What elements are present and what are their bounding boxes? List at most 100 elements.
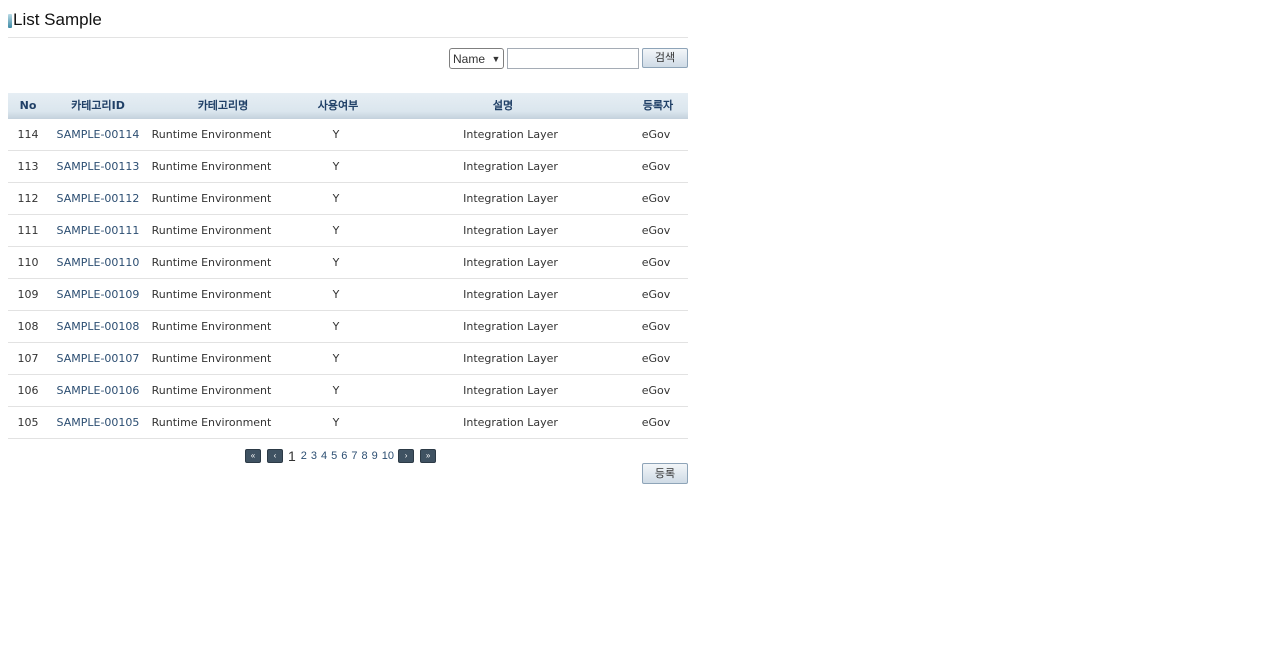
cell-category-name: Runtime Environment bbox=[151, 256, 272, 269]
table-row[interactable]: 107 SAMPLE-00107 Runtime Environment Y I… bbox=[8, 343, 688, 375]
table-row[interactable]: 108 SAMPLE-00108 Runtime Environment Y I… bbox=[8, 311, 688, 343]
cell-use-yn: Y bbox=[332, 192, 340, 205]
search-field-select[interactable]: Name ▼ bbox=[449, 48, 504, 69]
cell-description: Integration Layer bbox=[463, 224, 558, 237]
cell-use-yn: Y bbox=[332, 256, 340, 269]
pagination: « ‹ 1 2 3 4 5 6 7 8 9 10 › » bbox=[245, 448, 437, 464]
page-link[interactable]: 7 bbox=[351, 450, 357, 462]
data-table: No 카테고리ID 카테고리명 사용여부 설명 등록자 114 SAMPLE-0… bbox=[8, 93, 688, 439]
title-divider bbox=[8, 37, 688, 38]
table-header: No 카테고리ID 카테고리명 사용여부 설명 등록자 bbox=[8, 93, 688, 119]
cell-category-name: Runtime Environment bbox=[151, 384, 272, 397]
cell-category-name: Runtime Environment bbox=[151, 160, 272, 173]
table-row[interactable]: 111 SAMPLE-00111 Runtime Environment Y I… bbox=[8, 215, 688, 247]
cell-no: 110 bbox=[17, 256, 39, 269]
page-link[interactable]: 4 bbox=[321, 450, 327, 462]
cell-registrant: eGov bbox=[641, 160, 671, 173]
cell-registrant: eGov bbox=[641, 128, 671, 141]
cell-use-yn: Y bbox=[332, 288, 340, 301]
cell-category-name: Runtime Environment bbox=[151, 224, 272, 237]
cell-description: Integration Layer bbox=[463, 320, 558, 333]
cell-registrant: eGov bbox=[641, 384, 671, 397]
search-field-value: Name bbox=[453, 51, 486, 66]
cell-no: 106 bbox=[17, 384, 39, 397]
column-header-use-yn[interactable]: 사용여부 bbox=[298, 93, 378, 119]
cell-category-name: Runtime Environment bbox=[151, 128, 272, 141]
cell-registrant: eGov bbox=[641, 320, 671, 333]
cell-no: 111 bbox=[17, 224, 39, 237]
cell-registrant: eGov bbox=[641, 288, 671, 301]
cell-category-name: Runtime Environment bbox=[151, 320, 272, 333]
chevron-left-icon[interactable]: ‹ bbox=[267, 449, 283, 463]
page-link[interactable]: 10 bbox=[382, 450, 394, 462]
page-link[interactable]: 9 bbox=[372, 450, 378, 462]
cell-no: 114 bbox=[17, 128, 39, 141]
column-header-category-name[interactable]: 카테고리명 bbox=[148, 93, 298, 119]
cell-description: Integration Layer bbox=[463, 256, 558, 269]
table-row[interactable]: 114 SAMPLE-00114 Runtime Environment Y I… bbox=[8, 119, 688, 151]
page-link[interactable]: 6 bbox=[341, 450, 347, 462]
cell-category-id-link[interactable]: SAMPLE-00110 bbox=[48, 247, 148, 278]
cell-no: 108 bbox=[17, 320, 39, 333]
cell-use-yn: Y bbox=[332, 416, 340, 429]
column-header-description[interactable]: 설명 bbox=[378, 93, 628, 119]
title-bar-icon bbox=[8, 14, 12, 28]
page-link[interactable]: 3 bbox=[311, 450, 317, 462]
double-chevron-right-icon[interactable]: » bbox=[420, 449, 437, 463]
table-row[interactable]: 113 SAMPLE-00113 Runtime Environment Y I… bbox=[8, 151, 688, 183]
page-link[interactable]: 5 bbox=[331, 450, 337, 462]
cell-use-yn: Y bbox=[332, 352, 340, 365]
cell-use-yn: Y bbox=[332, 128, 340, 141]
page-link[interactable]: 8 bbox=[362, 450, 368, 462]
cell-registrant: eGov bbox=[641, 416, 671, 429]
search-button[interactable]: 검색 bbox=[642, 48, 688, 68]
cell-registrant: eGov bbox=[641, 256, 671, 269]
table-row[interactable]: 112 SAMPLE-00112 Runtime Environment Y I… bbox=[8, 183, 688, 215]
table-row[interactable]: 106 SAMPLE-00106 Runtime Environment Y I… bbox=[8, 375, 688, 407]
cell-description: Integration Layer bbox=[463, 128, 558, 141]
table-row[interactable]: 109 SAMPLE-00109 Runtime Environment Y I… bbox=[8, 279, 688, 311]
cell-category-id-link[interactable]: SAMPLE-00112 bbox=[48, 183, 148, 214]
cell-no: 105 bbox=[17, 416, 39, 429]
column-header-no[interactable]: No bbox=[8, 93, 48, 119]
column-header-registrant[interactable]: 등록자 bbox=[628, 93, 688, 119]
cell-use-yn: Y bbox=[332, 160, 340, 173]
cell-category-id-link[interactable]: SAMPLE-00109 bbox=[48, 279, 148, 310]
cell-category-id-link[interactable]: SAMPLE-00108 bbox=[48, 311, 148, 342]
register-button[interactable]: 등록 bbox=[642, 463, 688, 484]
cell-category-name: Runtime Environment bbox=[151, 416, 272, 429]
cell-use-yn: Y bbox=[332, 224, 340, 237]
cell-no: 112 bbox=[17, 192, 39, 205]
cell-category-id-link[interactable]: SAMPLE-00107 bbox=[48, 343, 148, 374]
cell-category-id-link[interactable]: SAMPLE-00111 bbox=[48, 215, 148, 246]
cell-registrant: eGov bbox=[641, 352, 671, 365]
cell-category-id-link[interactable]: SAMPLE-00113 bbox=[48, 151, 148, 182]
double-chevron-left-icon[interactable]: « bbox=[245, 449, 261, 463]
chevron-right-icon[interactable]: › bbox=[398, 449, 415, 463]
cell-registrant: eGov bbox=[641, 192, 671, 205]
cell-category-id-link[interactable]: SAMPLE-00105 bbox=[48, 407, 148, 438]
table-row[interactable]: 110 SAMPLE-00110 Runtime Environment Y I… bbox=[8, 247, 688, 279]
cell-category-name: Runtime Environment bbox=[151, 352, 272, 365]
page-link[interactable]: 2 bbox=[301, 450, 307, 462]
table-row[interactable]: 105 SAMPLE-00105 Runtime Environment Y I… bbox=[8, 407, 688, 439]
cell-description: Integration Layer bbox=[463, 288, 558, 301]
column-header-category-id[interactable]: 카테고리ID bbox=[48, 93, 148, 119]
cell-description: Integration Layer bbox=[463, 160, 558, 173]
cell-no: 107 bbox=[17, 352, 39, 365]
cell-description: Integration Layer bbox=[463, 384, 558, 397]
cell-use-yn: Y bbox=[332, 320, 340, 333]
table-body: 114 SAMPLE-00114 Runtime Environment Y I… bbox=[8, 119, 688, 439]
cell-no: 109 bbox=[17, 288, 39, 301]
cell-category-id-link[interactable]: SAMPLE-00114 bbox=[48, 119, 148, 150]
page-current: 1 bbox=[288, 448, 296, 464]
search-input[interactable] bbox=[507, 48, 639, 69]
cell-use-yn: Y bbox=[332, 384, 340, 397]
cell-description: Integration Layer bbox=[463, 416, 558, 429]
page-title: List Sample bbox=[13, 10, 102, 29]
cell-description: Integration Layer bbox=[463, 352, 558, 365]
cell-category-name: Runtime Environment bbox=[151, 288, 272, 301]
cell-category-id-link[interactable]: SAMPLE-00106 bbox=[48, 375, 148, 406]
chevron-down-icon: ▼ bbox=[491, 53, 501, 64]
cell-description: Integration Layer bbox=[463, 192, 558, 205]
